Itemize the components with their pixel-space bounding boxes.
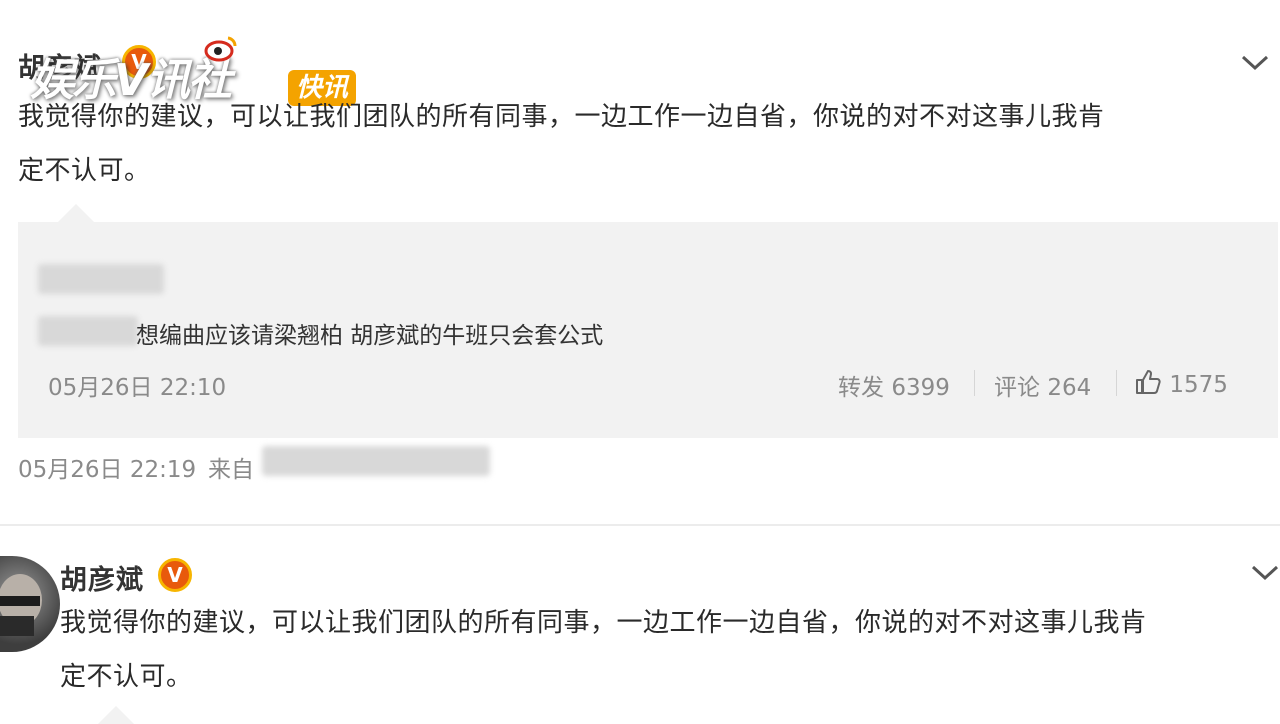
quoted-post-card[interactable]: 想编曲应该请梁翘柏 胡彦斌的牛班只会套公式 05月26日 22:10 转发 63…	[18, 222, 1278, 438]
repost-action[interactable]: 转发 6399	[838, 368, 950, 402]
post-text-line: 定不认可。	[18, 156, 151, 186]
source-prefix: 来自	[208, 457, 254, 483]
repost-label: 转发	[838, 375, 884, 401]
divider	[1116, 370, 1117, 396]
post-divider	[0, 524, 1280, 526]
comment-label: 评论	[994, 375, 1040, 401]
post-text-line: 我觉得你的建议，可以让我们团队的所有同事，一边工作一边自省，你说的对不对这事儿我…	[18, 102, 1105, 132]
post-text-line: 我觉得你的建议，可以让我们团队的所有同事，一边工作一边自省，你说的对不对这事儿我…	[60, 608, 1147, 638]
verified-badge-icon: V	[158, 558, 192, 592]
divider	[974, 370, 975, 396]
post-text: 我觉得你的建议，可以让我们团队的所有同事，一边工作一边自省，你说的对不对这事儿我…	[18, 90, 1258, 198]
comment-action[interactable]: 评论 264	[994, 368, 1091, 402]
post-timestamp[interactable]: 05月26日 22:19	[18, 450, 196, 484]
weibo-logo-icon	[204, 36, 237, 62]
avatar[interactable]	[0, 556, 60, 652]
blurred-source	[262, 446, 490, 476]
quote-pointer	[58, 204, 94, 222]
quoted-timestamp[interactable]: 05月26日 22:10	[48, 368, 226, 402]
blurred-text	[38, 316, 138, 346]
post-text-line: 定不认可。	[60, 662, 193, 692]
post-username[interactable]: 胡彦斌	[60, 558, 144, 597]
quoted-text: 想编曲应该请梁翘柏 胡彦斌的牛班只会套公式	[136, 323, 604, 349]
quote-pointer	[98, 706, 134, 724]
blurred-username	[38, 264, 164, 294]
repost-count: 6399	[891, 375, 950, 401]
like-action[interactable]: 1575	[1134, 368, 1228, 398]
thumbs-up-icon	[1136, 370, 1161, 394]
comment-count: 264	[1047, 375, 1092, 401]
chevron-down-icon[interactable]	[1250, 562, 1280, 584]
chevron-down-icon[interactable]	[1240, 52, 1270, 74]
like-count: 1575	[1169, 372, 1228, 398]
post-text: 我觉得你的建议，可以让我们团队的所有同事，一边工作一边自省，你说的对不对这事儿我…	[60, 596, 1270, 704]
